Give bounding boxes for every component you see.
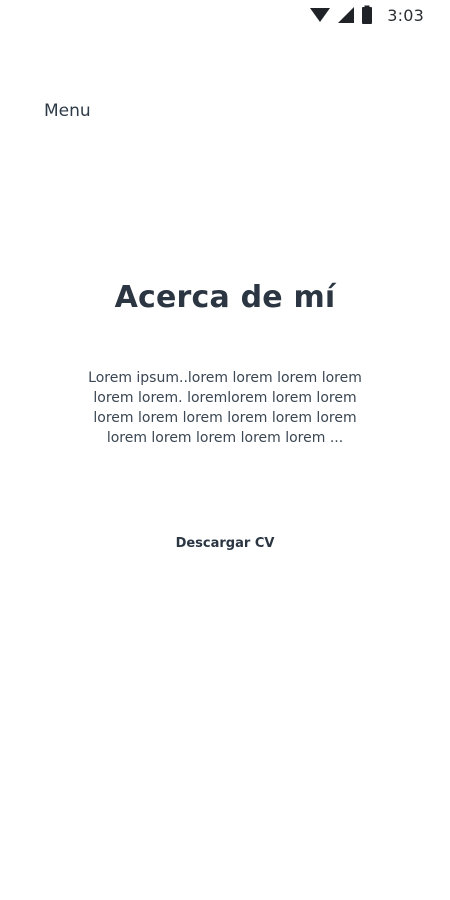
- menu-button[interactable]: Menu: [44, 101, 91, 121]
- bio-line: Lorem ipsum..lorem lorem lorem lorem: [88, 370, 362, 386]
- status-icons: 3:03: [309, 5, 424, 25]
- bio-line: lorem lorem lorem lorem lorem lorem: [93, 410, 357, 426]
- battery-icon: [361, 5, 373, 25]
- status-bar: 3:03: [0, 0, 450, 32]
- download-cv-button[interactable]: Descargar CV: [172, 534, 279, 553]
- signal-icon: [337, 6, 355, 24]
- status-time: 3:03: [387, 5, 424, 25]
- bio-text: Lorem ipsum..lorem lorem lorem lorem lor…: [80, 368, 370, 448]
- bio-line: lorem lorem. loremlorem lorem lorem: [93, 390, 357, 406]
- about-section: Acerca de mí Lorem ipsum..lorem lorem lo…: [0, 280, 450, 553]
- wifi-icon: [309, 6, 331, 24]
- bio-line: lorem lorem lorem lorem lorem ...: [106, 430, 344, 446]
- page-title: Acerca de mí: [114, 280, 336, 315]
